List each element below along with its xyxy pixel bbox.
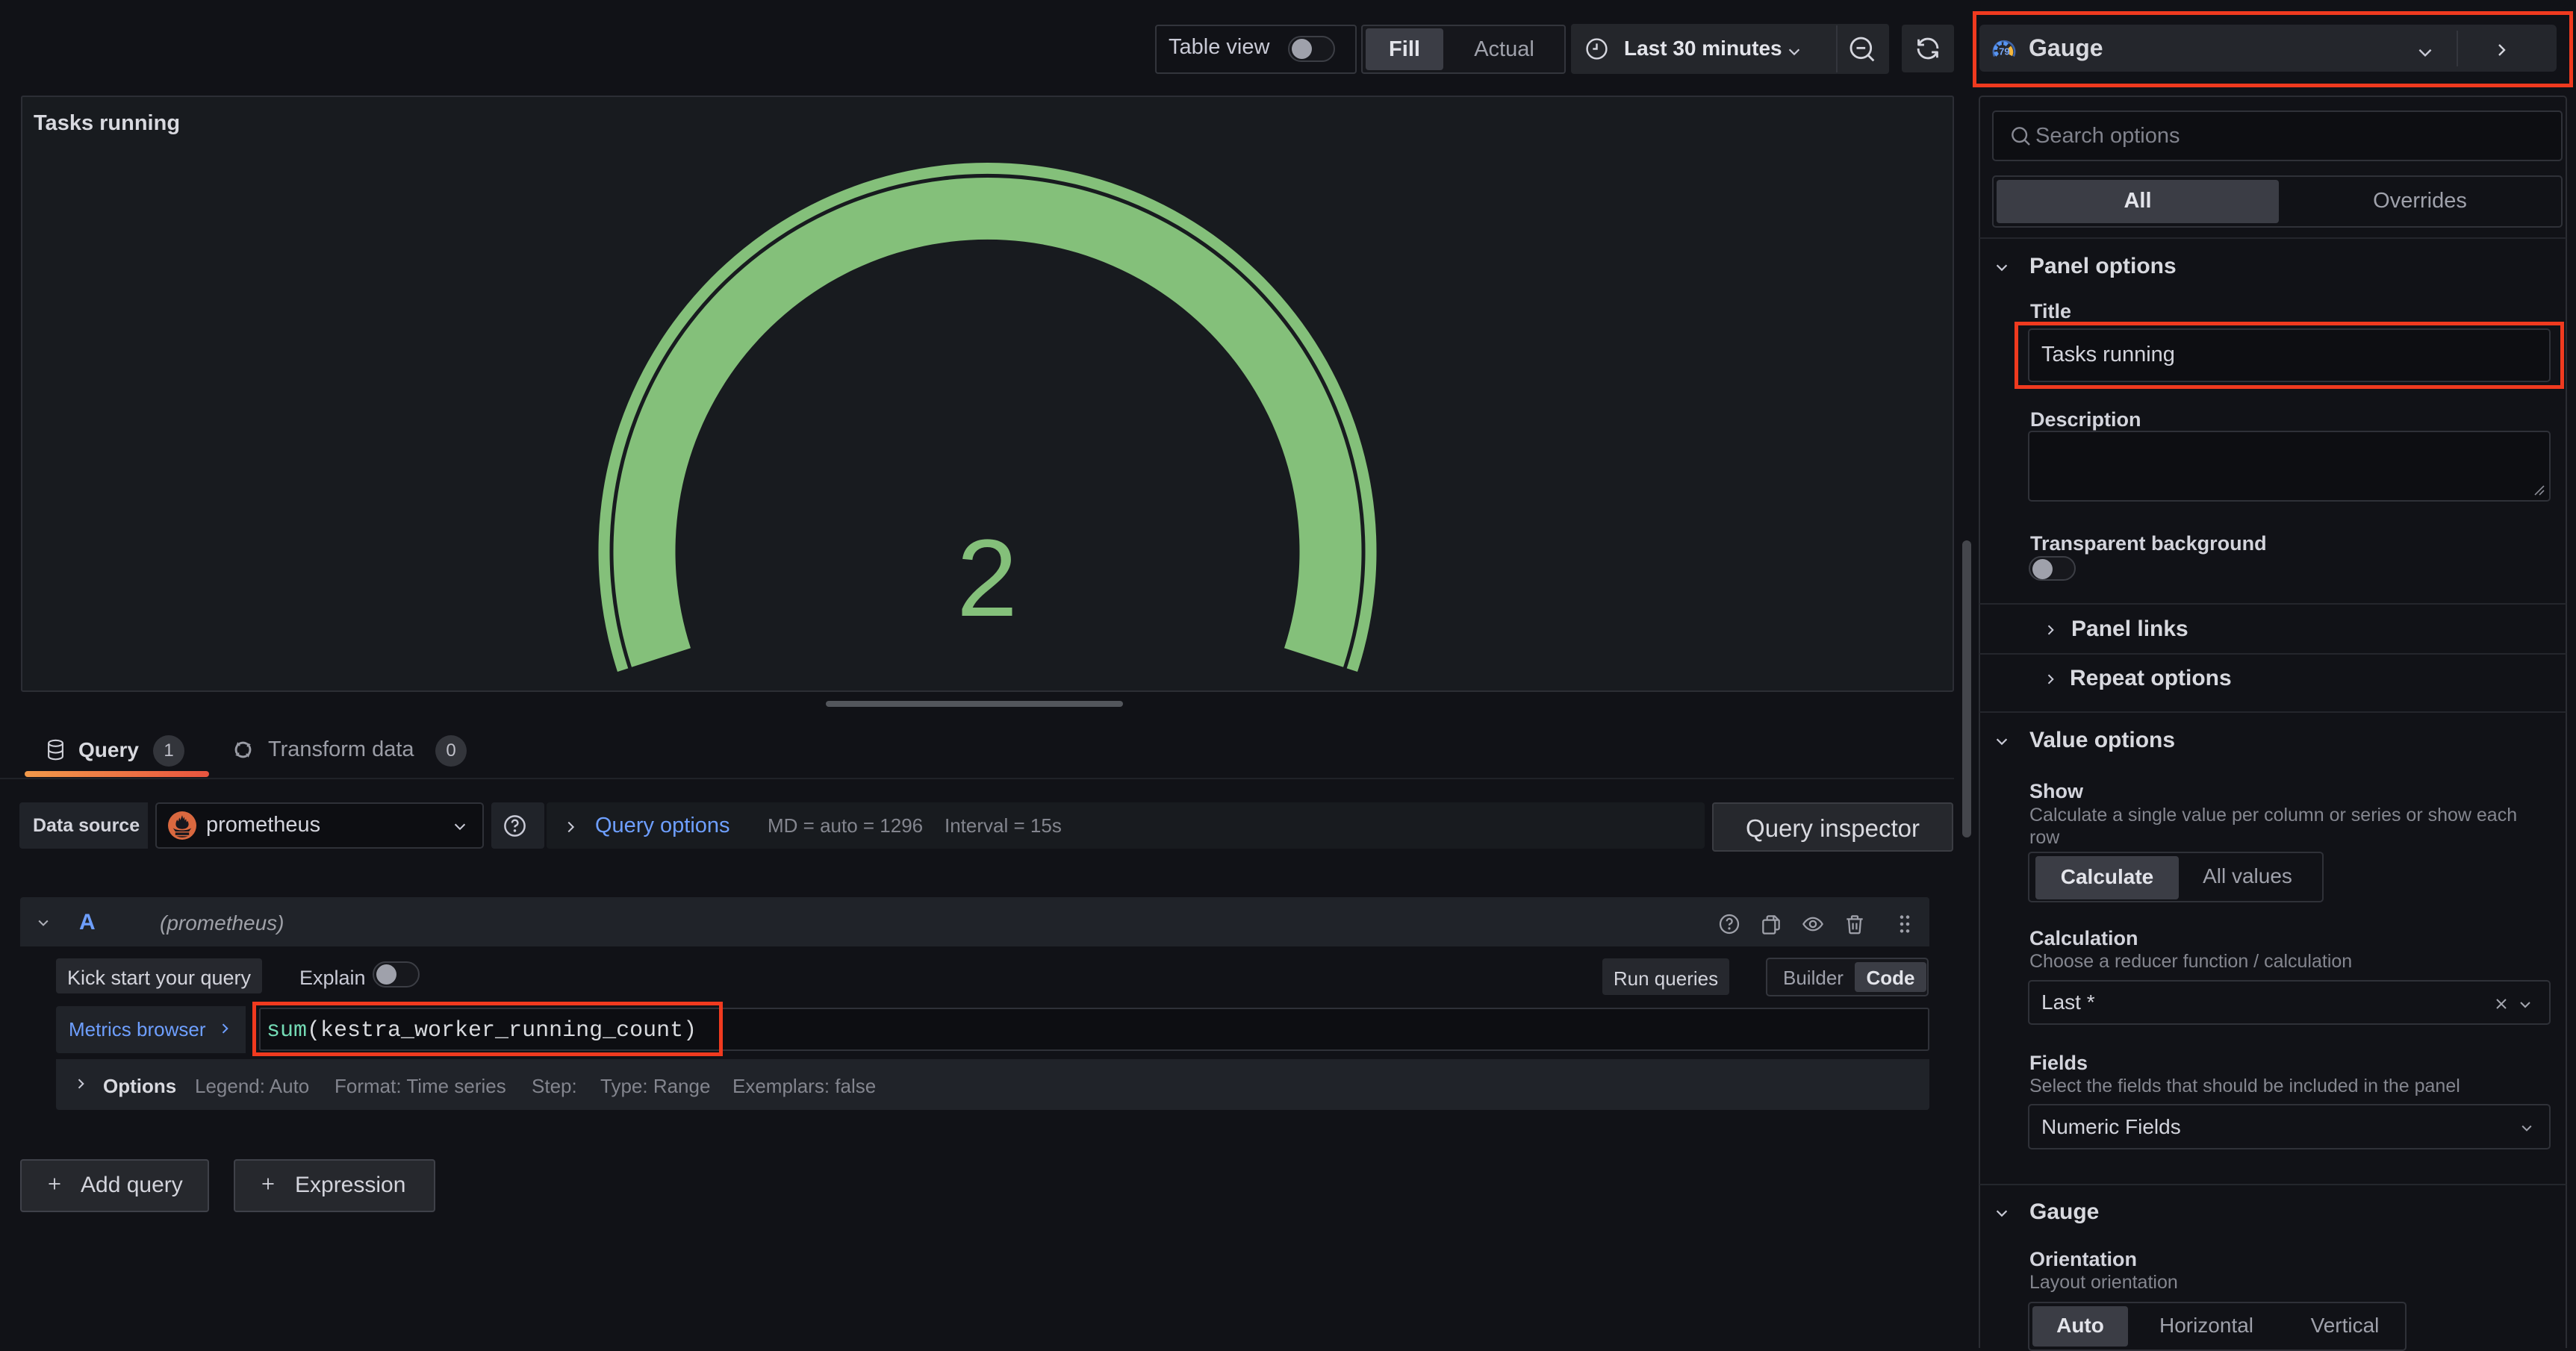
svg-text:79: 79 (1999, 46, 2009, 57)
